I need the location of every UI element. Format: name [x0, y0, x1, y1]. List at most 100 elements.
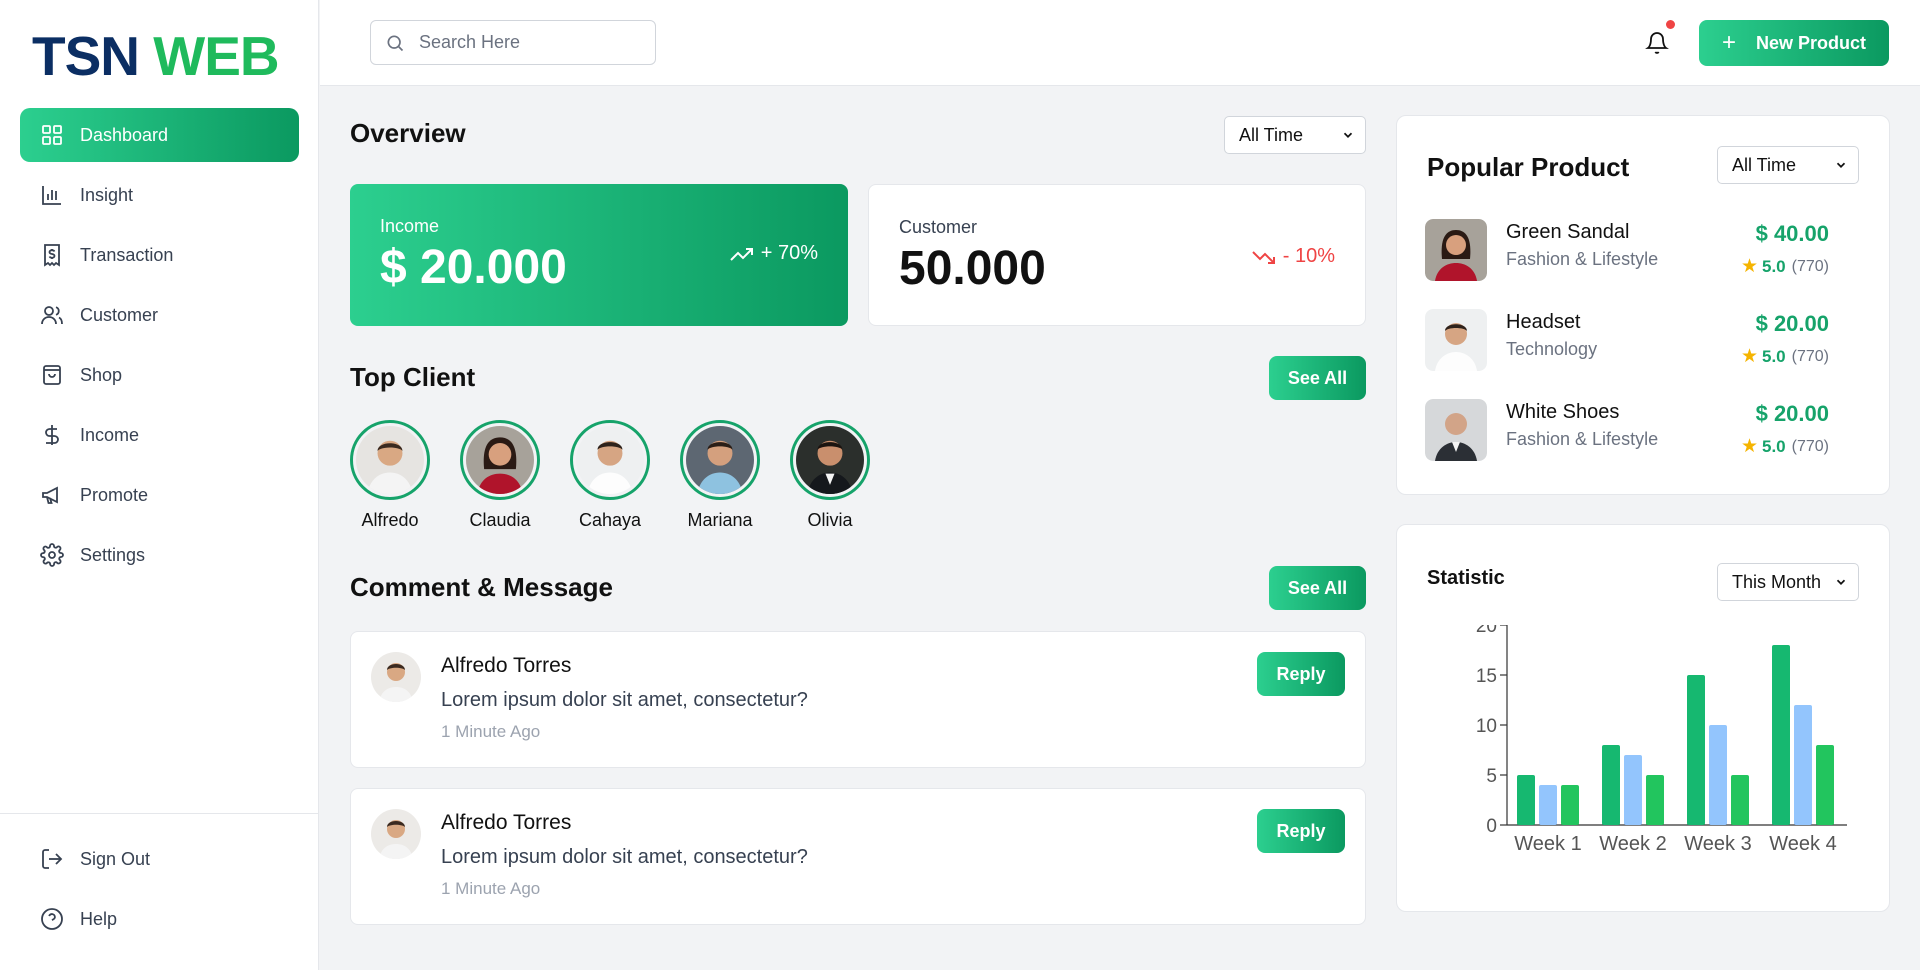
- sidebar-item-help[interactable]: Help: [20, 892, 299, 946]
- statistic-panel: Statistic This Month 0 5 10 15 20 Week 1 Week …: [1396, 524, 1890, 912]
- trend-down-icon: [1252, 250, 1275, 264]
- popular-product-title: Popular Product: [1427, 152, 1630, 182]
- product-item[interactable]: Headset Technology $ 20.00 ★ 5.0 (770): [1425, 309, 1857, 371]
- comment-time: 1 Minute Ago: [441, 722, 541, 741]
- sidebar-item-transaction[interactable]: Transaction: [20, 228, 299, 282]
- sidebar-item-label: Transaction: [80, 244, 174, 265]
- comment-author: Alfredo Torres: [441, 654, 572, 677]
- bar: [1731, 775, 1749, 825]
- income-card: Income $ 20.000 + 70%: [350, 184, 848, 326]
- search-box[interactable]: [370, 20, 656, 65]
- top-client-list: Alfredo Claudia Cahaya Mariana Olivia: [350, 420, 900, 531]
- popular-time-filter[interactable]: All Time: [1717, 146, 1859, 184]
- client-name: Cahaya: [578, 510, 642, 530]
- income-trend: + 70%: [729, 242, 818, 265]
- product-item[interactable]: White Shoes Fashion & Lifestyle $ 20.00 …: [1425, 399, 1857, 461]
- bar: [1709, 725, 1727, 825]
- bar: [1816, 745, 1834, 825]
- shopping-bag-icon: [40, 363, 64, 387]
- sidebar-item-dashboard[interactable]: Dashboard: [20, 108, 299, 162]
- sidebar-item-customer[interactable]: Customer: [20, 288, 299, 342]
- customer-label: Customer: [899, 217, 978, 237]
- client-avatar-ring: [350, 420, 430, 500]
- bar: [1517, 775, 1535, 825]
- client-item[interactable]: Claudia: [460, 420, 570, 531]
- customer-trend-value: - 10%: [1282, 245, 1335, 267]
- sidebar-item-label: Promote: [80, 484, 149, 505]
- sidebar-item-settings[interactable]: Settings: [20, 528, 299, 582]
- sidebar-divider: [0, 813, 319, 814]
- comment-time: 1 Minute Ago: [441, 879, 541, 898]
- y-tick-label: 20: [1476, 625, 1497, 637]
- y-tick-label: 15: [1476, 666, 1497, 687]
- notification-bell[interactable]: [1645, 20, 1675, 56]
- statistic-time-filter[interactable]: This Month: [1717, 563, 1859, 601]
- product-price: $ 20.00: [1755, 401, 1829, 426]
- sidebar-item-shop[interactable]: Shop: [20, 348, 299, 402]
- star-icon: ★: [1740, 346, 1758, 367]
- product-name: Headset: [1506, 311, 1581, 333]
- sidebar-item-label: Customer: [80, 304, 159, 325]
- comments-title: Comment & Message: [350, 572, 613, 602]
- client-item[interactable]: Mariana: [680, 420, 790, 531]
- sidebar-item-label: Shop: [80, 364, 123, 385]
- reply-button[interactable]: Reply: [1257, 809, 1345, 853]
- plus-icon: +: [1721, 29, 1736, 56]
- brand-logo[interactable]: TSN WEB: [32, 24, 280, 88]
- top-client-see-all-button[interactable]: See All: [1269, 356, 1366, 400]
- client-name: Alfredo: [361, 510, 419, 530]
- sidebar-item-sign-out[interactable]: Sign Out: [20, 832, 299, 886]
- bell-icon: [1645, 32, 1669, 54]
- chevron-down-icon: [1343, 132, 1353, 138]
- avatar: [686, 426, 754, 494]
- rating-value: 5.0: [1762, 436, 1786, 456]
- avatar: [356, 426, 424, 494]
- overview-time-filter[interactable]: All Time: [1224, 116, 1366, 154]
- new-product-button[interactable]: + New Product: [1699, 20, 1889, 66]
- bar: [1772, 645, 1790, 825]
- bar: [1539, 785, 1557, 825]
- receipt-icon: [40, 243, 64, 267]
- rating-value: 5.0: [1762, 346, 1786, 366]
- trend-up-icon: [730, 247, 753, 261]
- bar: [1794, 705, 1812, 825]
- x-tick-label: Week 4: [1769, 833, 1836, 855]
- product-image: [1425, 219, 1487, 281]
- x-tick-label: Week 2: [1599, 833, 1666, 855]
- client-avatar-ring: [790, 420, 870, 500]
- client-item[interactable]: Cahaya: [570, 420, 680, 531]
- popular-filter-value: All Time: [1732, 154, 1797, 175]
- avatar: [371, 809, 421, 859]
- top-header: + New Product: [320, 0, 1920, 86]
- product-rating: ★ 5.0 (770): [1741, 435, 1829, 458]
- sidebar-bottom-nav: Sign Out Help: [20, 832, 299, 952]
- income-label: Income: [380, 216, 440, 236]
- avatar: [371, 652, 421, 702]
- overview-title: Overview: [350, 118, 466, 148]
- income-value: $ 20.000: [380, 241, 567, 294]
- reply-button[interactable]: Reply: [1257, 652, 1345, 696]
- bar: [1561, 785, 1579, 825]
- product-item[interactable]: Green Sandal Fashion & Lifestyle $ 40.00…: [1425, 219, 1857, 281]
- sidebar-item-income[interactable]: Income: [20, 408, 299, 462]
- comments-see-all-button[interactable]: See All: [1269, 566, 1366, 610]
- client-item[interactable]: Alfredo: [350, 420, 460, 531]
- bar: [1624, 755, 1642, 825]
- popular-product-panel: Popular Product All Time Green Sandal Fa…: [1396, 115, 1890, 495]
- bar: [1646, 775, 1664, 825]
- product-category: Fashion & Lifestyle: [1506, 249, 1659, 269]
- brand-logo-part2: WEB: [153, 25, 279, 87]
- star-icon: ★: [1740, 436, 1758, 457]
- client-name: Mariana: [687, 510, 753, 530]
- client-item[interactable]: Olivia: [790, 420, 900, 531]
- customer-value: 50.000: [899, 242, 1046, 295]
- dollar-icon: [40, 423, 64, 447]
- sidebar-item-insight[interactable]: Insight: [20, 168, 299, 222]
- search-input[interactable]: [419, 32, 639, 53]
- client-name: Olivia: [807, 510, 853, 530]
- megaphone-icon: [40, 483, 64, 507]
- top-client-title: Top Client: [350, 362, 476, 392]
- product-image: [1425, 399, 1487, 461]
- sidebar-item-promote[interactable]: Promote: [20, 468, 299, 522]
- sidebar-item-label: Help: [80, 908, 118, 929]
